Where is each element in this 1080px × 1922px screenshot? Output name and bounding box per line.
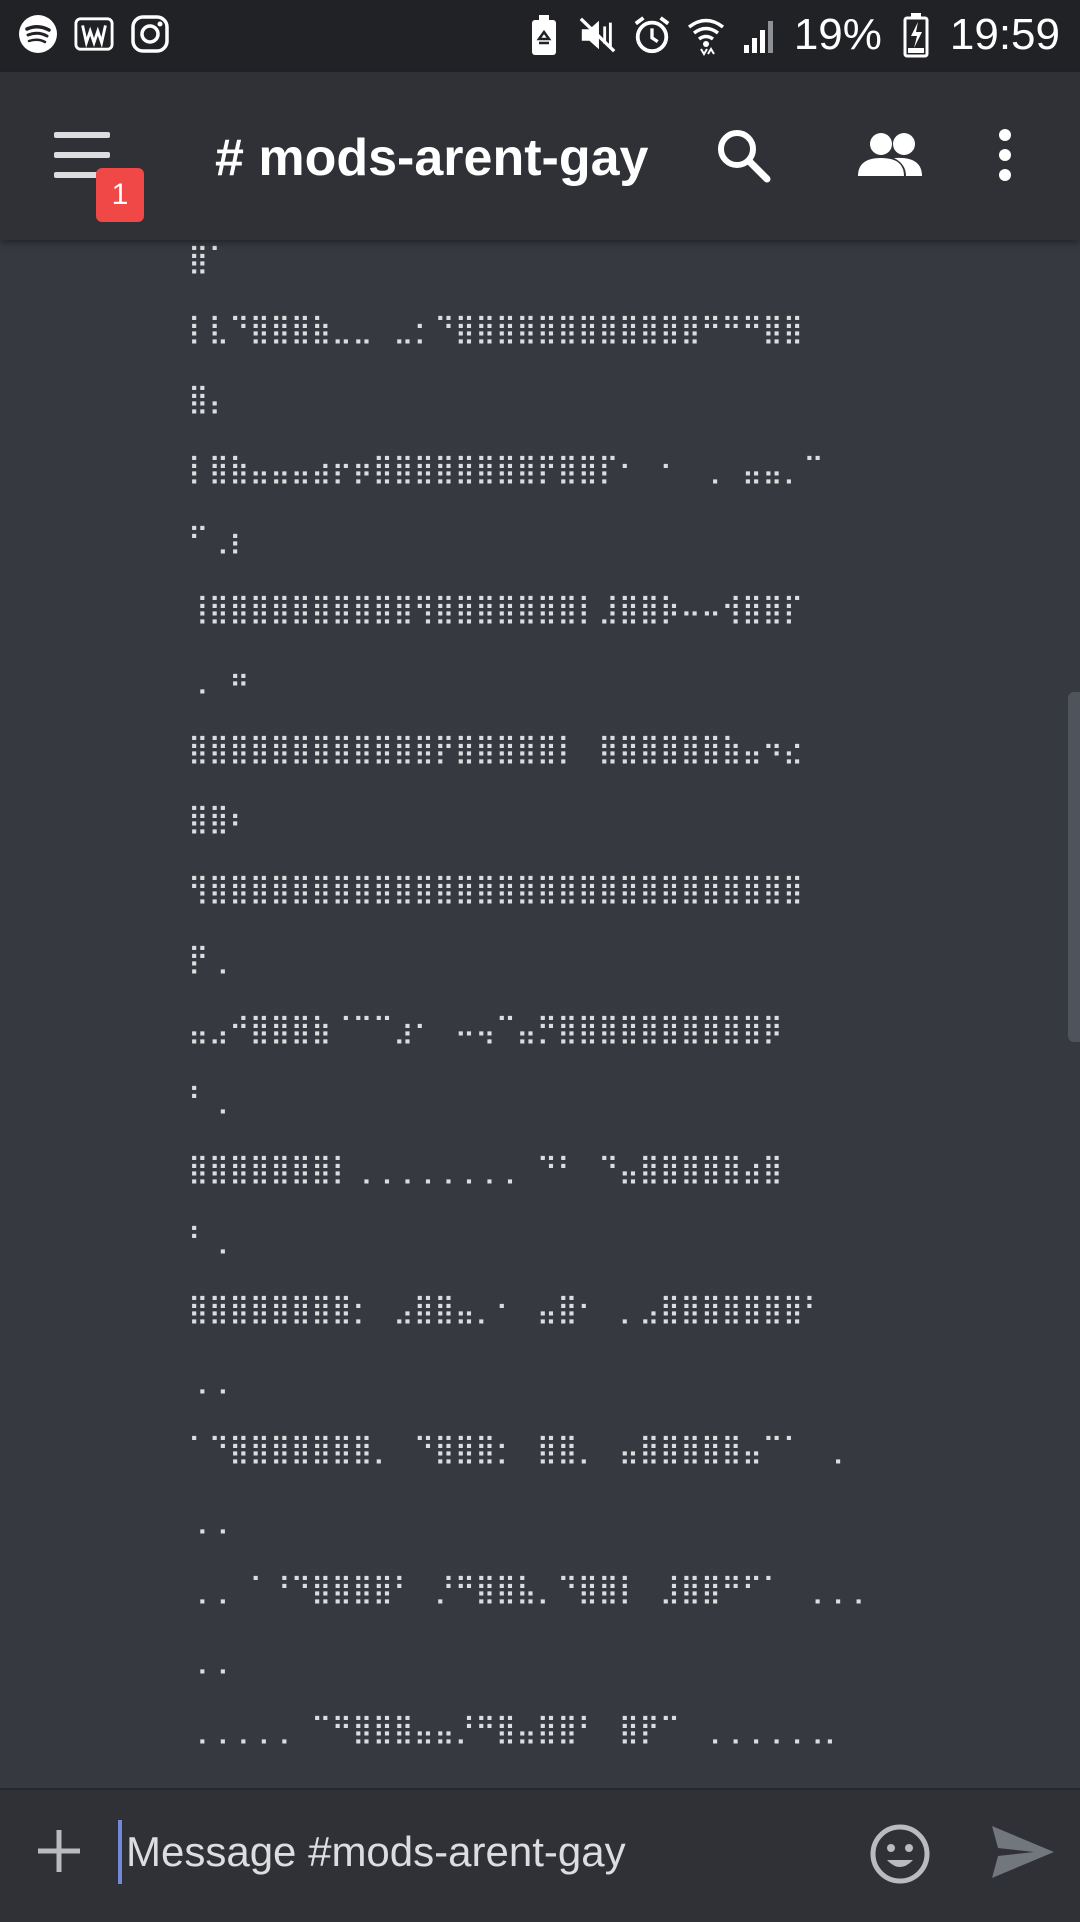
wifi-icon: [686, 15, 726, 56]
message-line: ⣿⣿⣿⣿⣿⣿⣿⣿⡂⠀⣠⣿⣿⣤⡀⠂⠀⣤⣿⠂⠀⡀⣠⣿⣿⣿⣿⣿⣿⣿⠃: [188, 1292, 824, 1325]
members-icon: [854, 130, 926, 184]
message-line: ⢸⣿⣿⣿⣿⣿⣿⣿⣿⣿⣿⢻⣿⣿⣿⣿⣿⣿⣿⡇⣸⣿⣿⡷⠤⠤⢺⣿⣿⡏: [188, 592, 804, 625]
message-line: ⠋⢀⡆: [188, 522, 250, 555]
battery-icon: [896, 13, 936, 58]
message-line: ⡟⢀: [188, 942, 230, 975]
message-content: ⣿⠁ ⡇⣇⠙⣿⣿⣿⣷⣀⣀⠀⣀⡂⠙⣿⣿⣿⣿⣿⣿⣿⣿⣿⣿⣿⣿⠛⠛⠛⣿⣿ ⣿⡄ ⡇⣿⣷⣤⣤⣤…: [188, 240, 1048, 1764]
message-line: ⣿⡄: [188, 382, 230, 415]
plus-icon: [34, 1830, 84, 1880]
message-line: ⡇⣇⠙⣿⣿⣿⣷⣀⣀⠀⣀⡂⠙⣿⣿⣿⣿⣿⣿⣿⣿⣿⣿⣿⣿⠛⠛⠛⣿⣿: [188, 312, 804, 345]
message-line: ⠃⢀: [188, 1082, 230, 1115]
battery-percent: 19%: [793, 10, 882, 59]
mute-icon: [578, 15, 618, 55]
message-line: ⣿⠁: [188, 242, 230, 275]
channel-header: 1 # mods-arent-gay: [0, 72, 1080, 240]
search-icon: [713, 125, 773, 189]
attach-button[interactable]: [34, 1826, 84, 1876]
status-left-icons: [18, 14, 170, 54]
battery-saver-icon: [524, 15, 564, 55]
message-line: ⢻⣿⣿⣿⣿⣿⣿⣿⣿⣿⣿⣿⣿⣿⣿⣿⣿⣿⣿⣿⣿⣿⣿⣿⣿⣿⣿⣿⣿⣿: [188, 872, 804, 905]
more-icon: [995, 128, 1015, 186]
spotify-icon: [18, 14, 58, 54]
emoji-button[interactable]: [868, 1822, 932, 1886]
status-bar: 19% 19:59: [0, 0, 1080, 72]
message-input[interactable]: [118, 1820, 826, 1884]
more-options-button[interactable]: [980, 122, 1030, 192]
send-button[interactable]: [988, 1822, 1058, 1886]
clock: 19:59: [949, 10, 1060, 59]
status-right-icons: 19% 19:59: [524, 10, 1060, 60]
message-line: ⢀⢀⢀⢀⢀⠀⠉⠛⣿⣿⣿⣤⣤⡘⠛⣿⣤⣿⣿⠃⠀⣿⡟⠉⠀⢀⢀⢀⢀⢀⢀⡀: [188, 1712, 845, 1745]
notification-badge: 1: [96, 168, 144, 222]
message-line: ⢀⢀: [188, 1362, 230, 1395]
message-line: ⣿⣿⣿⣿⣿⣿⣿⡇⢀⢀⢀⢀⢀⢀⢀⢀⠀⠙⠃⠀⠙⣤⣿⣿⣿⣿⣿⣴⣿: [188, 1152, 783, 1185]
message-line: ⢀⠀⠶: [188, 662, 250, 695]
alarm-icon: [632, 15, 672, 55]
channel-title: # mods-arent-gay: [215, 129, 649, 187]
signal-icon: [740, 15, 780, 55]
instagram-icon: [130, 14, 170, 54]
message-line: ⣤⣠⠚⣿⣿⣿⣷⠈⠉⠉⣰⠂⠀⠤⢤⠉⣤⡛⣿⣿⣿⣿⣿⣿⣿⣿⣿⣿⡿: [188, 1012, 783, 1045]
message-line: ⢀⢀⠀⠁⠘⠙⣿⣿⣿⣿⠃⠀⡘⠛⣿⣿⣧⡀⠙⣿⣿⡇⠀⣸⣿⣿⠛⠋⠁⠀⢀⢀⢀: [188, 1572, 865, 1605]
search-button[interactable]: [708, 122, 778, 192]
message-line: ⡇⣿⣷⣤⣤⣤⣴⡖⡶⣿⣿⣿⣿⣿⣿⣿⣿⡟⣿⣿⡏⠂⠀⠂⠀⢀⠀⣤⣤⡀⠉: [188, 452, 824, 485]
message-line: ⣿⣿⣿⣿⣿⣿⣿⣿⣿⣿⣿⣿⡟⣿⣿⣿⣿⣿⡇⠀⣿⣿⣿⣿⣿⣿⣷⣤⠲⣔: [188, 732, 804, 765]
message-composer: [0, 1788, 1080, 1922]
members-button[interactable]: [850, 122, 930, 192]
webtoon-icon: [74, 14, 114, 54]
message-line: ⠃⢀: [188, 1222, 230, 1255]
scrollbar[interactable]: [1068, 692, 1080, 1042]
message-line: ⢀⢀: [188, 1642, 230, 1675]
message-line: ⢀⢀: [188, 1502, 230, 1535]
send-icon: [988, 1826, 1058, 1886]
message-line: ⣿⣿⠆: [188, 802, 250, 835]
emoji-icon: [868, 1824, 932, 1890]
message-line: ⠁⠙⣿⣿⣿⣿⣿⣿⣿⡀⠀⠙⣿⣿⣿⡂⠀⣿⣿⡀⠀⣤⣿⣿⣿⣿⣿⣤⠉⠁⠀⢀: [188, 1432, 845, 1465]
message-list[interactable]: ⣿⠁ ⡇⣇⠙⣿⣿⣿⣷⣀⣀⠀⣀⡂⠙⣿⣿⣿⣿⣿⣿⣿⣿⣿⣿⣿⣿⠛⠛⠛⣿⣿ ⣿⡄ ⡇⣿⣷⣤⣤⣤…: [0, 240, 1080, 1788]
